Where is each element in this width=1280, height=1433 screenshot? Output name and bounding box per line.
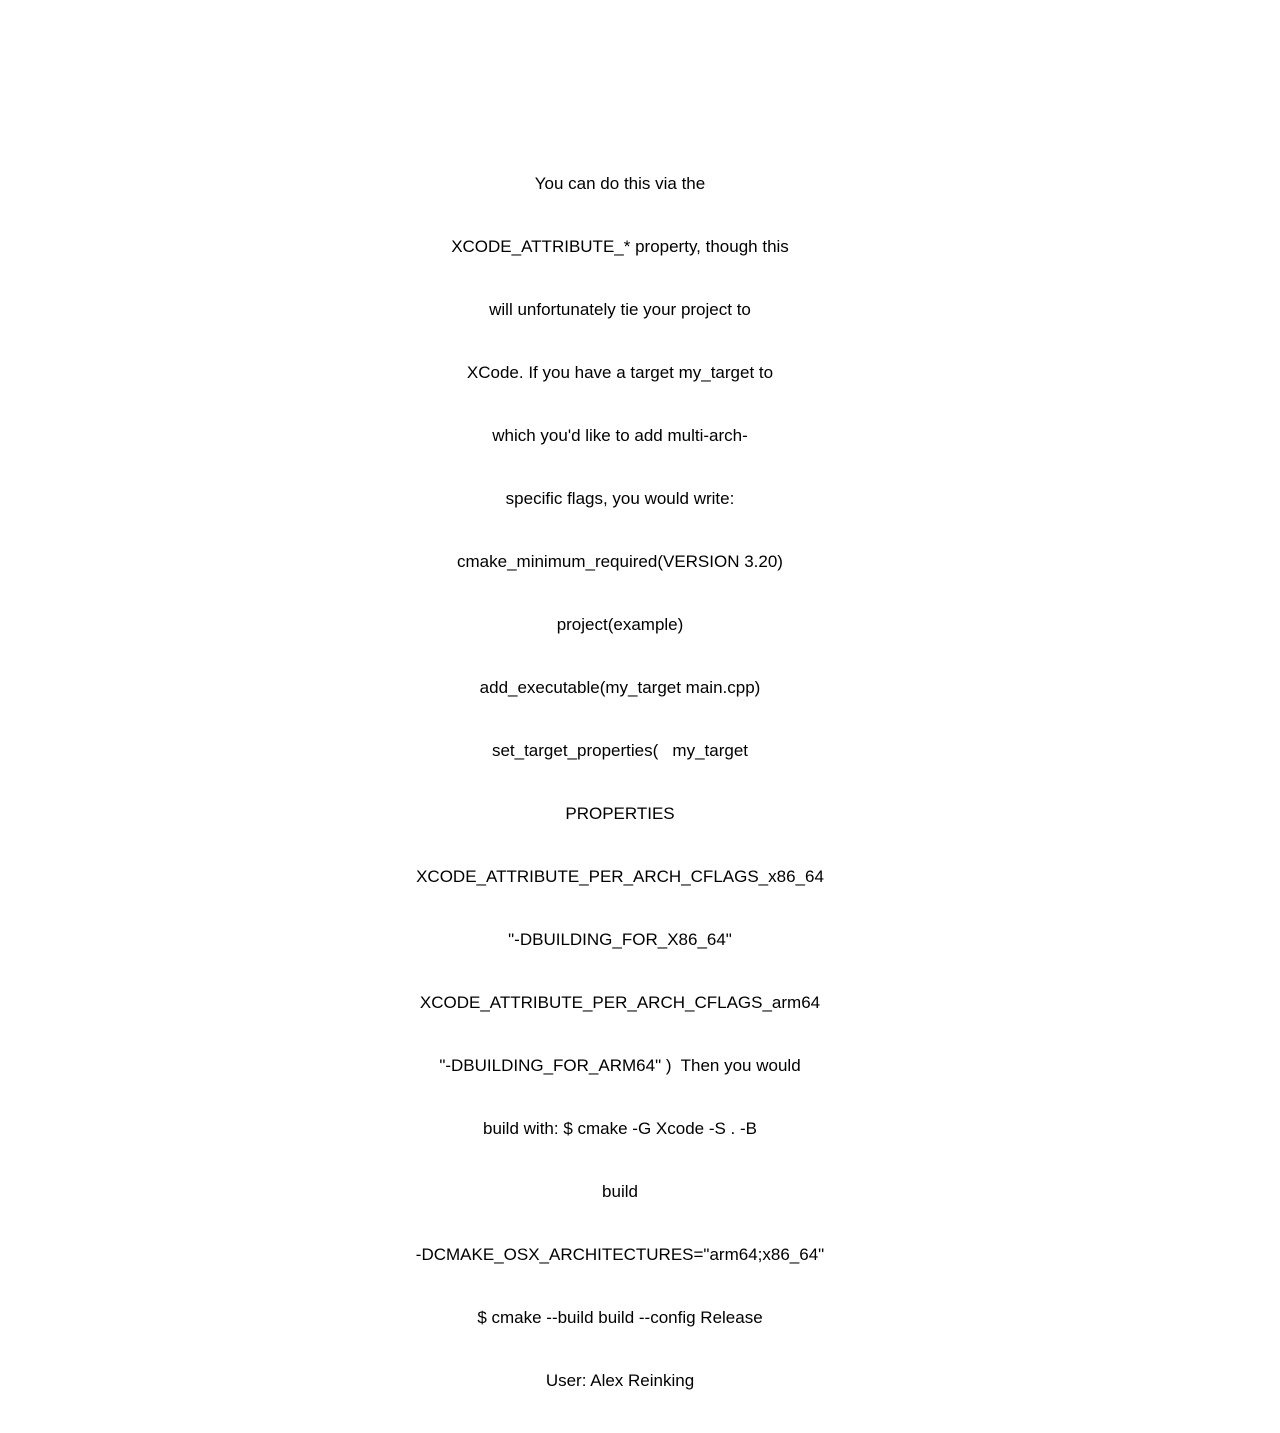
text-line: PROPERTIES: [565, 804, 675, 823]
page-root: You can do this via the XCODE_ATTRIBUTE_…: [0, 0, 1280, 1390]
text-line: XCODE_ATTRIBUTE_PER_ARCH_CFLAGS_arm64: [419, 993, 821, 1012]
text-line: set_target_properties( my_target: [491, 741, 749, 760]
text-line: XCODE_ATTRIBUTE_PER_ARCH_CFLAGS_x86_64: [416, 867, 824, 886]
text-line: add_executable(my_target main.cpp): [479, 678, 761, 697]
text-line: cmake_minimum_required(VERSION 3.20): [457, 552, 783, 571]
text-line: "-DBUILDING_FOR_ARM64" ) Then you would: [439, 1056, 801, 1075]
text-line: project(example): [556, 615, 684, 634]
text-line: XCODE_ATTRIBUTE_* property, though this: [451, 237, 789, 256]
text-line: build: [602, 1182, 638, 1201]
text-line: build with: $ cmake -G Xcode -S . -B: [483, 1119, 757, 1138]
text-line: which you'd like to add multi-arch-: [492, 426, 748, 445]
text-line: will unfortunately tie your project to: [489, 300, 751, 319]
text-line: specific flags, you would write:: [505, 489, 735, 508]
attribution-line: User: Alex Reinking: [545, 1371, 695, 1390]
text-line: XCode. If you have a target my_target to: [466, 363, 774, 382]
text-line: $ cmake --build build --config Release: [477, 1308, 763, 1327]
text-line: "-DBUILDING_FOR_X86_64": [508, 930, 732, 949]
text-line: You can do this via the: [534, 174, 706, 193]
text-line: -DCMAKE_OSX_ARCHITECTURES="arm64;x86_64": [415, 1245, 825, 1264]
answer-text-block: You can do this via the XCODE_ATTRIBUTE_…: [400, 131, 840, 1433]
